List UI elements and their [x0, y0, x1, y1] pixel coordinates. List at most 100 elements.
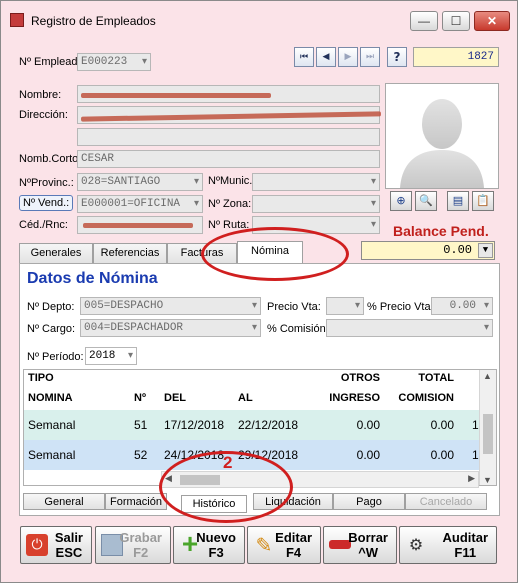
annotation-circle-nomina [201, 227, 349, 281]
cell-no: 52 [134, 448, 148, 462]
cell-al: 22/12/2018 [238, 418, 299, 432]
tab-referencias[interactable]: Referencias [93, 243, 167, 263]
balance-dropdown-icon[interactable]: ▼ [478, 243, 493, 258]
grid-header-ingreso: INGRESO [329, 392, 380, 404]
vendedor-button[interactable]: Nº Vend.: [19, 195, 74, 211]
precio-vta-combo[interactable] [326, 297, 364, 315]
table-row[interactable]: Semanal 51 17/12/2018 22/12/2018 0.00 0.… [24, 410, 480, 440]
vendedor-combo[interactable]: E000001=OFICINA [77, 195, 203, 213]
annotation-number: 2 [223, 453, 233, 472]
direccion-label: Dirección: [19, 109, 68, 121]
empleado-label: Nº Empleado [19, 56, 84, 68]
nuevo-button[interactable]: + Nuevo F3 [173, 526, 245, 564]
next-record-button[interactable]: ▶ [338, 47, 358, 67]
pct-precio-field[interactable]: 0.00 [431, 297, 493, 315]
editar-button[interactable]: ✎ Editar F4 [247, 526, 321, 564]
employee-photo [385, 83, 499, 189]
nomina-section-title: Datos de Nómina [27, 270, 158, 287]
grid-header-total: TOTAL [418, 372, 454, 384]
record-counter: 1827 [413, 47, 499, 67]
grabar-button[interactable]: Grabar F2 [95, 526, 171, 564]
direccion-line2-field[interactable] [77, 128, 380, 146]
nombre-label: Nombre: [19, 89, 62, 101]
cell-otros: 0.00 [356, 418, 380, 432]
auditar-label: Auditar F11 [442, 530, 489, 560]
balance-amount: 0.00 [443, 243, 472, 257]
salir-label: Salir ESC [54, 530, 83, 560]
periodo-label: Nº Período: [27, 351, 84, 363]
grid-header-al: AL [238, 392, 253, 404]
balance-value: 0.00 ▼ [361, 241, 495, 260]
pencil-icon: ✎ [255, 533, 273, 557]
cedula-label: Céd./Rnc: [19, 219, 68, 231]
title-bar: Registro de Empleados — ☐ ✕ [1, 1, 517, 39]
comision-combo[interactable] [326, 319, 493, 337]
cell-tipo: Semanal [28, 418, 76, 432]
first-record-button[interactable]: ⏮ [294, 47, 314, 67]
subtab-general[interactable]: General [23, 493, 105, 510]
cell-del: 17/12/2018 [164, 418, 225, 432]
precio-vta-label: Precio Vta: [267, 301, 321, 313]
cell-no: 51 [134, 418, 148, 432]
audit-icon: ⚙ [408, 535, 424, 554]
tab-generales[interactable]: Generales [19, 243, 93, 263]
scroll-down-icon[interactable]: ▼ [483, 475, 492, 485]
power-icon: ⏻ [26, 534, 48, 556]
nuevo-label: Nuevo F3 [196, 530, 236, 560]
depto-combo[interactable]: 005=DESPACHO [80, 297, 261, 315]
nombre-corto-label: Nomb.Corto [19, 153, 79, 165]
nombre-corto-field[interactable]: CESAR [77, 150, 380, 168]
auditar-button[interactable]: ⚙ Auditar F11 [399, 526, 497, 564]
employee-register-window: Registro de Empleados — ☐ ✕ Nº Empleado … [0, 0, 518, 583]
paste-photo-icon[interactable]: 📋 [472, 191, 494, 211]
salir-button[interactable]: ⏻ Salir ESC [20, 526, 92, 564]
minimize-button[interactable]: — [410, 11, 438, 31]
grabar-label: Grabar F2 [119, 530, 162, 560]
scan-photo-icon[interactable]: ▤ [447, 191, 469, 211]
redaction-mark [83, 223, 193, 228]
empleado-combo[interactable]: E000223 [77, 53, 151, 71]
subtab-formacion[interactable]: Formación [105, 493, 167, 510]
zona-label: Nº Zona: [208, 198, 252, 210]
scroll-right-icon[interactable]: ▶ [468, 473, 475, 484]
grid-header-otros: OTROS [340, 372, 380, 384]
editar-label: Editar F4 [275, 530, 312, 560]
cell-tipo: Semanal [28, 448, 76, 462]
cell-total: 0.00 [430, 418, 454, 432]
cargo-label: Nº Cargo: [27, 323, 76, 335]
depto-label: Nº Depto: [27, 301, 75, 313]
scroll-up-icon[interactable]: ▲ [483, 371, 492, 381]
grid-vertical-scrollbar[interactable]: ▲ ▼ [479, 370, 496, 485]
help-button[interactable]: ? [387, 47, 407, 67]
maximize-button[interactable]: ☐ [442, 11, 470, 31]
comision-label: % Comisión: [267, 323, 329, 335]
cell-extra: 1 [472, 418, 479, 432]
borrar-button[interactable]: Borrar ^W [323, 526, 397, 564]
balance-label: Balance Pend. [393, 223, 489, 239]
avatar-placeholder-icon [400, 99, 484, 188]
periodo-combo[interactable]: 2018 [85, 347, 137, 365]
cargo-combo[interactable]: 004=DESPACHADOR [80, 319, 261, 337]
grid-header-del: DEL [164, 392, 186, 404]
provincia-label: NºProvinc.: [19, 177, 74, 189]
grid-header-comision: COMISION [398, 392, 454, 404]
window-title: Registro de Empleados [31, 14, 156, 28]
pct-precio-label: % Precio Vta: [367, 301, 434, 313]
zona-combo[interactable] [252, 195, 380, 213]
cell-otros: 0.00 [356, 448, 380, 462]
last-record-button[interactable]: ⏭ [360, 47, 380, 67]
app-icon [10, 13, 24, 27]
provincia-combo[interactable]: 028=SANTIAGO [77, 173, 203, 191]
add-photo-icon[interactable]: ⊕ [390, 191, 412, 211]
municipio-label: NºMunic. [208, 175, 253, 187]
municipio-combo[interactable] [252, 173, 380, 191]
zoom-photo-icon[interactable]: 🔍 [415, 191, 437, 211]
prev-record-button[interactable]: ◀ [316, 47, 336, 67]
subtab-cancelado[interactable]: Cancelado [405, 493, 487, 510]
grid-header-no: Nº [134, 392, 146, 404]
subtab-pago[interactable]: Pago [333, 493, 405, 510]
redaction-mark [81, 93, 271, 98]
close-button[interactable]: ✕ [474, 11, 510, 31]
cell-extra: 1 [472, 448, 479, 462]
scroll-thumb[interactable] [483, 414, 493, 454]
